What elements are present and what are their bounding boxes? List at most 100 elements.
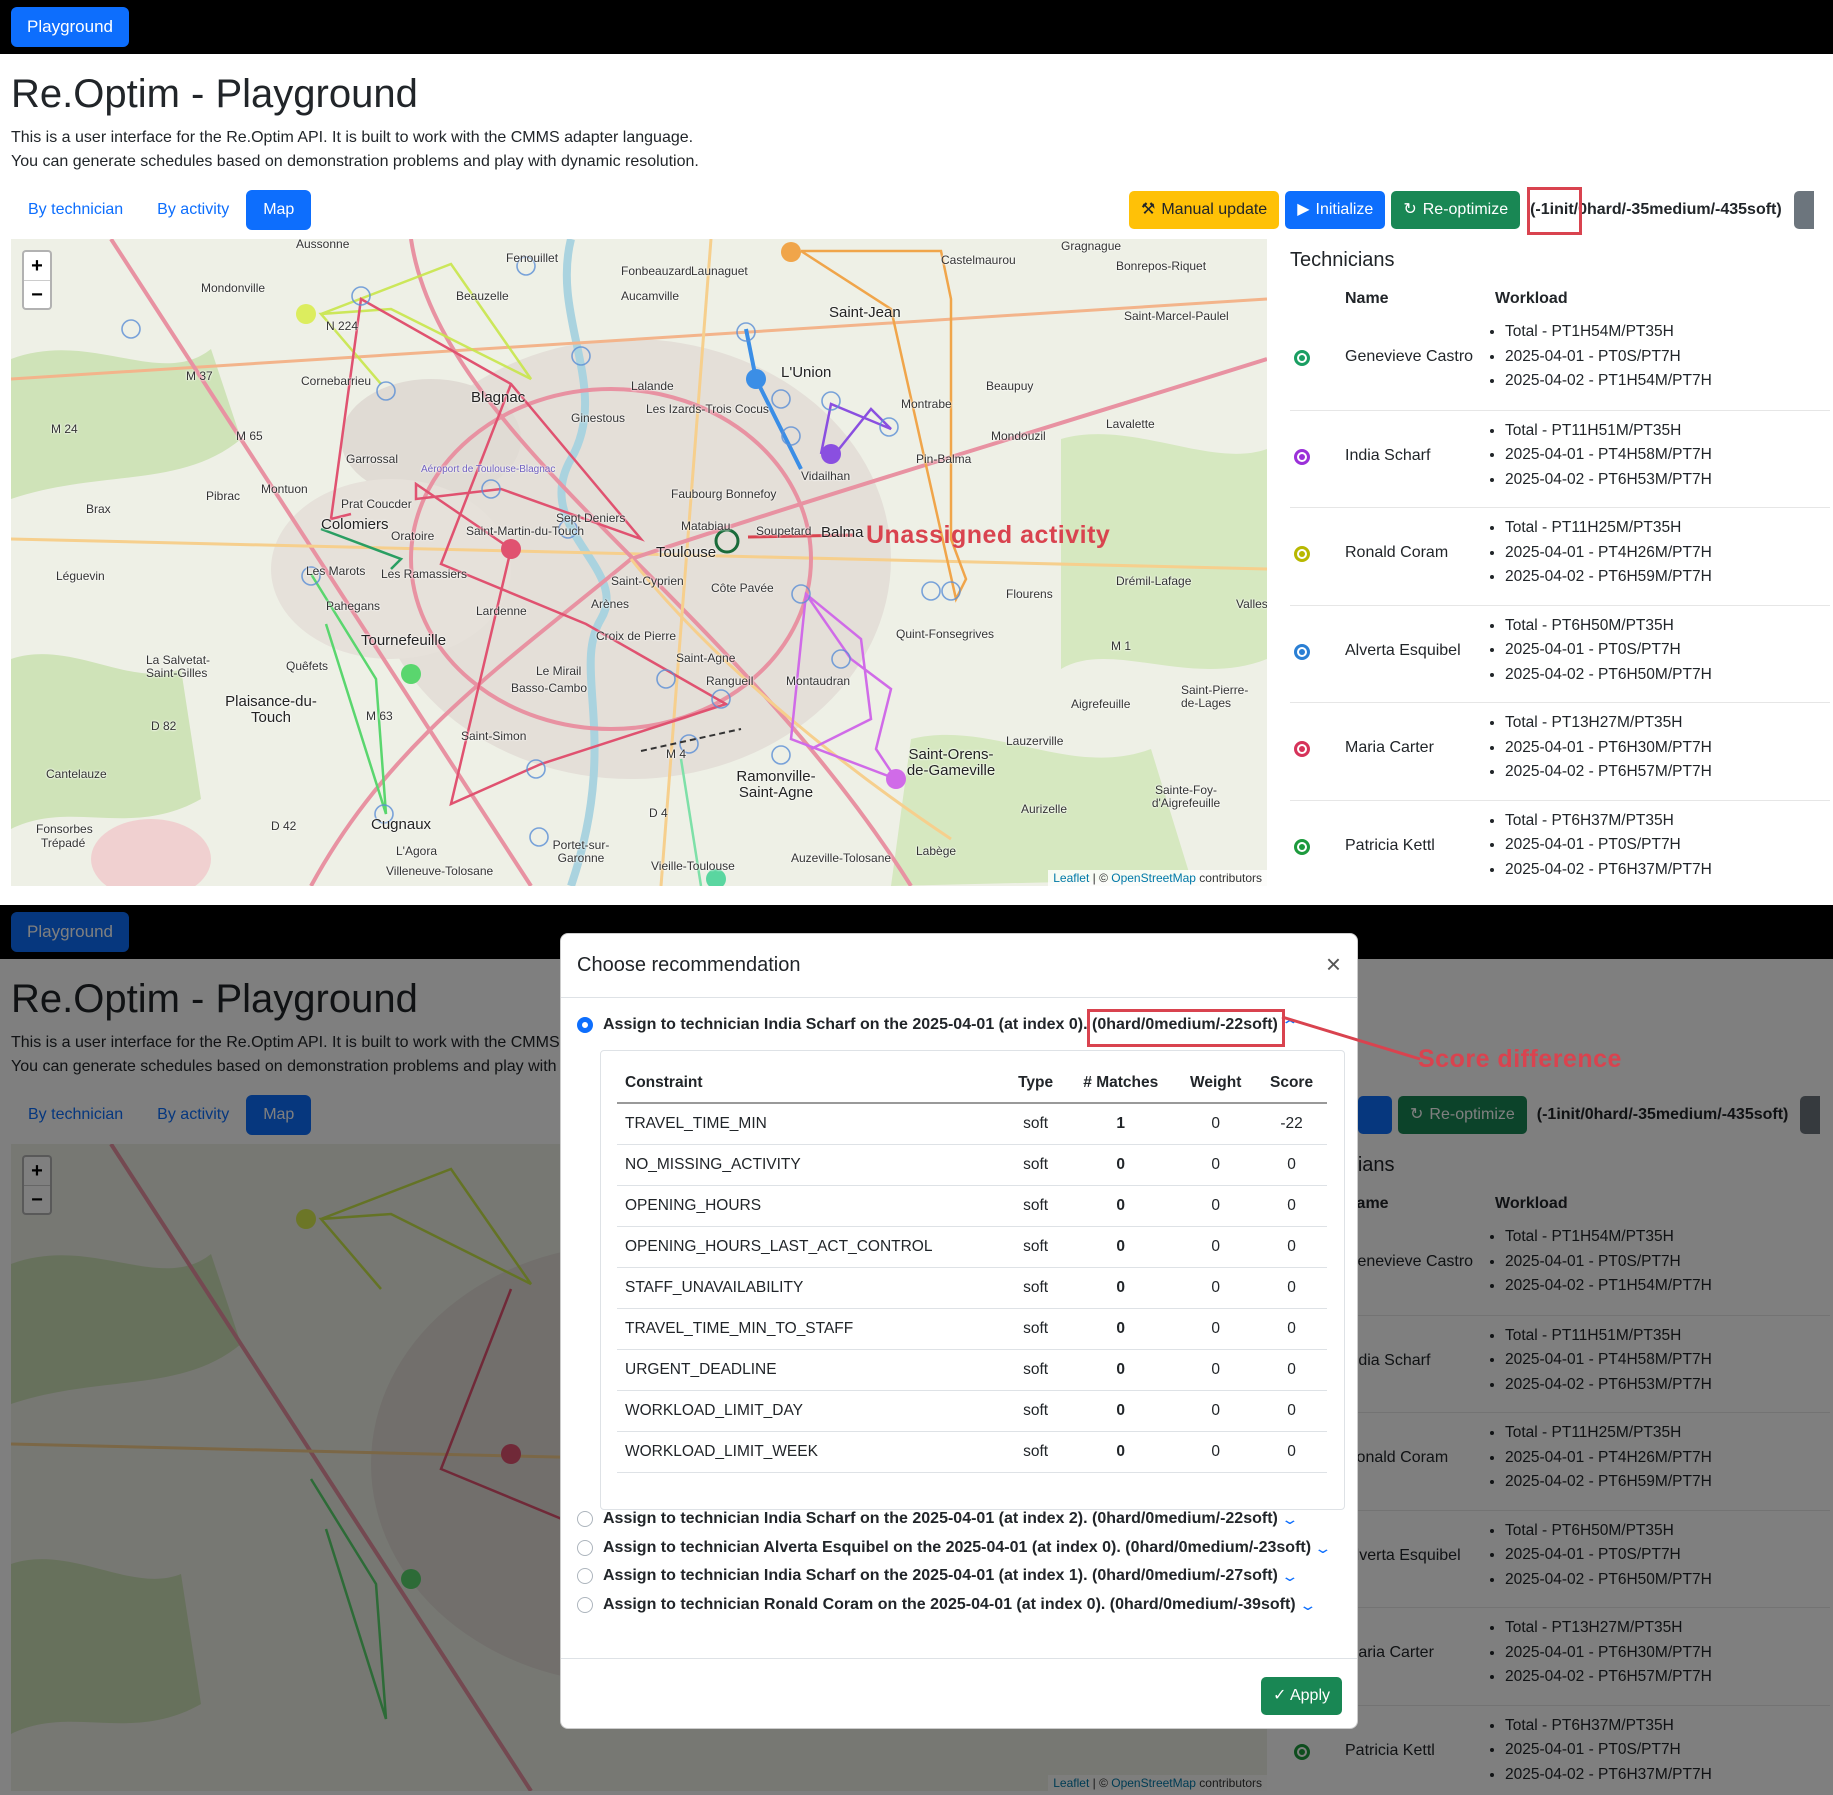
manual-update-button[interactable]: ⚒ Manual update	[1129, 191, 1280, 229]
playground-brand-button[interactable]: Playground	[11, 7, 130, 47]
technician-row: India ScharfTotal - PT11H51M/PT35H2025-0…	[1290, 409, 1830, 508]
score-difference-annotation: Score difference	[1418, 1045, 1622, 1073]
map-label: M 37	[186, 369, 213, 383]
initialize-button[interactable]: ▶ Initialize	[1285, 191, 1386, 229]
map-label: Ginestous	[571, 411, 626, 425]
constraint-matches: 0	[1066, 1431, 1176, 1473]
technician-name: Patricia Kettl	[1345, 836, 1435, 854]
constraint-type: soft	[1005, 1267, 1067, 1309]
tab-by-technician[interactable]: By technician	[11, 190, 140, 230]
constraint-name: OPENING_HOURS	[617, 1185, 1005, 1227]
map-label: Toulouse	[656, 544, 717, 561]
map-label: Montuon	[261, 482, 308, 496]
map-label: Saint-Martin-du-Touch	[466, 524, 585, 538]
technicians-table-header: Name Workload	[1290, 272, 1830, 312]
map-label: Saint-Marcel-Paulel	[1124, 309, 1229, 323]
map-label: Croix de Pierre	[596, 629, 677, 643]
radio-unselected-icon[interactable]	[577, 1540, 593, 1556]
technician-workload-list: Total - PT13H27M/PT35H2025-04-01 - PT6H3…	[1505, 711, 1712, 785]
constraint-score: 0	[1256, 1226, 1327, 1268]
modal-title: Choose recommendation	[577, 954, 801, 976]
map-label: Quêfets	[286, 659, 329, 673]
chevron-down-icon[interactable]: ⌄	[1280, 1511, 1299, 1528]
technician-name: Maria Carter	[1345, 739, 1434, 756]
technician-marker-icon	[1294, 448, 1310, 465]
map-label: Gragnague	[1061, 239, 1122, 253]
map-label: Flourens	[1006, 587, 1053, 601]
constraint-details-panel: Constraint Type # Matches Weight Score T…	[600, 1050, 1345, 1510]
map-label: M 4	[666, 747, 687, 761]
map-label: Saint-Orens-de-Gameville	[906, 746, 996, 779]
workload-item: Total - PT11H25M/PT35H	[1505, 516, 1712, 541]
chevron-down-icon[interactable]: ⌄	[1280, 1568, 1299, 1585]
route-map[interactable]: Aussonne Fenouillet Gragnague Castelmaur…	[11, 239, 1267, 886]
map-label: Beaupuy	[986, 379, 1034, 393]
constraint-weight: 0	[1175, 1390, 1257, 1432]
map-label: M 65	[236, 429, 263, 443]
recommendation-option[interactable]: Assign to technician Ronald Coram on the…	[577, 1596, 1317, 1614]
workload-item: Total - PT6H37M/PT35H	[1505, 809, 1712, 834]
zoom-out-button[interactable]: −	[24, 280, 50, 308]
zoom-control: + −	[22, 250, 52, 310]
constraint-matches: 0	[1066, 1144, 1176, 1186]
map-label: Fonbeauzard	[621, 264, 692, 278]
map-label: Beauzelle	[456, 289, 509, 303]
zoom-in-button[interactable]: +	[24, 252, 50, 280]
map-label: N 224	[326, 319, 359, 333]
technician-marker-icon	[1294, 741, 1310, 757]
technician-workload-list: Total - PT6H50M/PT35H2025-04-01 - PT0S/P…	[1505, 614, 1712, 688]
radio-unselected-icon[interactable]	[577, 1597, 593, 1613]
app-screenshot-map-view: Playground Re.Optim - Playground This is…	[0, 0, 1833, 905]
constraint-score: 0	[1256, 1267, 1327, 1309]
map-label: Pahegans	[326, 599, 381, 613]
recommendation-option[interactable]: Assign to technician India Scharf on the…	[577, 1510, 1299, 1528]
tab-by-activity[interactable]: By activity	[140, 190, 246, 230]
play-circle-icon: ▶	[1297, 201, 1310, 218]
constraint-score: -22	[1256, 1103, 1327, 1145]
chevron-down-icon[interactable]: ⌄	[1298, 1597, 1317, 1614]
recommendation-option[interactable]: Assign to technician India Scharf on the…	[577, 1567, 1299, 1585]
workload-item: 2025-04-02 - PT1H54M/PT7H	[1505, 369, 1712, 394]
reoptimize-button[interactable]: ↻ Re-optimize	[1391, 191, 1521, 229]
radio-unselected-icon[interactable]	[577, 1511, 593, 1527]
top-navbar: Playground	[0, 0, 1833, 54]
radio-unselected-icon[interactable]	[577, 1568, 593, 1584]
hammer-icon: ⚒	[1141, 201, 1156, 218]
constraint-score: 0	[1256, 1308, 1327, 1350]
map-label: Colomiers	[321, 516, 389, 533]
close-icon[interactable]: ×	[1326, 951, 1341, 977]
map-label: Mondonville	[201, 281, 266, 295]
tab-map[interactable]: Map	[246, 190, 312, 230]
map-label: Lauzerville	[1006, 734, 1064, 748]
constraint-weight: 0	[1175, 1308, 1257, 1350]
chevron-down-icon[interactable]: ⌄	[1314, 1540, 1333, 1557]
constraint-type: soft	[1005, 1431, 1067, 1473]
constraint-score: 0	[1256, 1144, 1327, 1186]
apply-label: Apply	[1289, 1687, 1330, 1704]
constraint-row: OPENING_HOURS_LAST_ACT_CONTROL soft 0 0 0	[617, 1226, 1327, 1268]
technician-marker-icon	[1294, 350, 1310, 366]
osm-link[interactable]: OpenStreetMap	[1111, 871, 1196, 885]
view-tabs: By technician By activity Map	[11, 190, 312, 230]
constraint-weight: 0	[1175, 1349, 1257, 1391]
technicians-panel: Technicians Name Workload Genevieve Cast…	[1290, 239, 1830, 897]
map-label: D 4	[649, 806, 668, 820]
workload-item: Total - PT13H27M/PT35H	[1505, 711, 1712, 736]
apply-button[interactable]: ✓ Apply	[1261, 1677, 1342, 1715]
init-score-highlight-box	[1527, 187, 1583, 235]
radio-selected-icon[interactable]	[577, 1017, 593, 1033]
side-panel-toggle[interactable]	[1793, 191, 1814, 229]
leaflet-link[interactable]: Leaflet	[1053, 871, 1089, 885]
map-label: Saint-Cyprien	[611, 574, 684, 588]
workload-item: Total - PT11H51M/PT35H	[1505, 419, 1712, 444]
modal-footer: ✓ Apply	[561, 1658, 1357, 1728]
refresh-icon: ↻	[1403, 201, 1417, 218]
map-label: Lavalette	[1106, 417, 1155, 431]
map-label: Fenouillet	[506, 251, 559, 265]
recommendation-option[interactable]: Assign to technician Alverta Esquibel on…	[577, 1539, 1332, 1557]
constraint-type: soft	[1005, 1185, 1067, 1227]
recommendation-score: (0hard/0medium/-27soft)	[1092, 1567, 1278, 1584]
attribution-separator: | ©	[1089, 871, 1112, 885]
constraint-type: soft	[1005, 1390, 1067, 1432]
map-canvas	[11, 239, 1267, 886]
